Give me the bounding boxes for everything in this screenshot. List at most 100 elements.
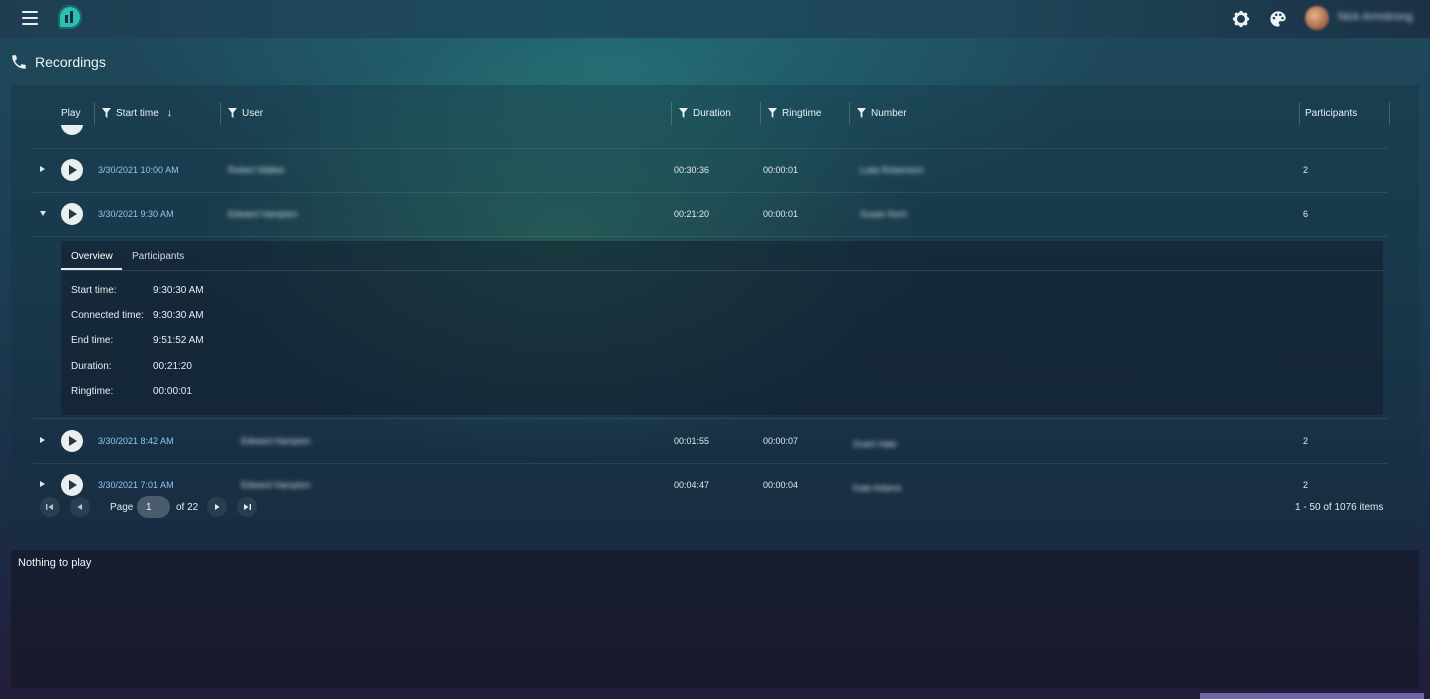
ringtime-cell: 00:00:07 [763,436,799,446]
collapse-row-icon[interactable] [40,209,50,219]
detail-field-connected-time: Connected time: 9:30:30 AM [71,310,204,321]
page-heading: Recordings [10,52,106,72]
next-page-button[interactable] [207,497,227,517]
column-divider[interactable] [94,102,95,125]
tab-overview[interactable]: Overview [71,251,113,262]
field-value: 9:30:30 AM [153,285,204,296]
user-avatar[interactable] [1305,6,1329,30]
user-cell: Robert Walker [228,165,286,175]
detail-tabs: Overview Participants [61,241,1383,271]
play-button[interactable] [61,159,83,181]
gear-icon[interactable] [1232,10,1250,28]
page-number-input[interactable] [137,496,170,518]
active-tab-indicator [61,268,122,270]
page-title: Recordings [35,54,106,70]
row-detail-panel: Overview Participants Start time: 9:30:30… [61,241,1383,415]
participants-cell: 6 [1303,209,1309,219]
column-label: Ringtime [782,107,822,119]
duration-cell: 00:30:36 [674,165,710,175]
expand-row-icon[interactable] [40,436,50,446]
player-status-message: Nothing to play [18,557,92,569]
table-row[interactable]: 3/30/2021 7:01 AM Edward Hampton 00:04:4… [33,463,1388,497]
column-header-ringtime[interactable]: Ringtime [768,85,821,141]
player-panel: Nothing to play [11,550,1419,688]
play-button[interactable] [61,430,83,452]
table-row[interactable]: 3/30/2021 8:42 AM Edward Hampton 00:01:5… [33,419,1388,464]
participants-cell: 2 [1303,165,1309,175]
column-divider[interactable] [671,102,672,125]
items-count-info: 1 - 50 of 1076 items [1295,502,1384,513]
detail-field-duration: Duration: 00:21:20 [71,361,192,372]
scrolled-row-fragment [61,125,83,135]
menu-icon[interactable] [22,11,38,25]
sort-descending-icon[interactable]: ↓ [167,107,173,119]
expand-row-icon[interactable] [40,480,50,490]
column-header-duration[interactable]: Duration [679,85,731,141]
start-time-link[interactable]: 3/30/2021 10:00 AM [98,165,179,175]
column-header-user[interactable]: User [228,85,263,141]
field-label: Duration: [71,361,112,372]
participants-cell: 2 [1303,480,1309,490]
column-header-number[interactable]: Number [857,85,907,141]
field-value: 00:00:01 [153,386,192,397]
column-divider[interactable] [760,102,761,125]
first-page-button[interactable] [40,497,60,517]
duration-cell: 00:21:20 [674,209,710,219]
play-button[interactable] [61,474,83,496]
filter-icon[interactable] [102,108,111,118]
field-label: Ringtime: [71,386,114,397]
top-bar: Nick Armstrong [0,0,1430,38]
palette-icon[interactable] [1269,10,1287,28]
tab-participants[interactable]: Participants [132,251,184,262]
last-page-button[interactable] [237,497,257,517]
number-cell: Kate Adams [853,483,902,493]
start-time-link[interactable]: 3/30/2021 7:01 AM [98,480,174,490]
field-value: 00:21:20 [153,361,192,372]
detail-field-start-time: Start time: 9:30:30 AM [71,285,204,296]
expand-row-icon[interactable] [40,165,50,175]
ringtime-cell: 00:00:01 [763,165,799,175]
page-count-label: of 22 [176,502,199,513]
column-label: User [242,107,264,119]
user-name[interactable]: Nick Armstrong [1338,11,1413,25]
column-divider[interactable] [1389,102,1390,125]
first-page-icon [46,504,53,510]
user-cell: Edward Hampton [241,480,311,490]
previous-page-icon [77,504,82,510]
start-time-link[interactable]: 3/30/2021 8:42 AM [98,436,174,446]
column-header-participants[interactable]: Participants [1305,85,1357,141]
column-divider[interactable] [220,102,221,125]
phone-icon [12,55,26,69]
column-label: Play [61,107,81,119]
previous-page-button[interactable] [70,497,90,517]
column-header-start-time[interactable]: Start time ↓ [102,85,172,141]
filter-icon[interactable] [228,108,237,118]
last-page-icon [244,504,251,510]
number-cell: Luke Robertson [860,165,924,175]
filter-icon[interactable] [679,108,688,118]
ringtime-cell: 00:00:01 [763,209,799,219]
column-label: Start time [116,107,159,119]
filter-icon[interactable] [857,108,866,118]
duration-cell: 00:04:47 [674,480,710,490]
filter-icon[interactable] [768,108,777,118]
column-divider[interactable] [849,102,850,125]
app-logo[interactable] [58,5,82,29]
table-row-expanded[interactable]: 3/30/2021 9:30 AM Edward Hampton 00:21:2… [33,192,1388,237]
table-row[interactable]: 3/30/2021 10:00 AM Robert Walker 00:30:3… [33,148,1388,193]
detail-field-end-time: End time: 9:51:52 AM [71,335,204,346]
recordings-grid: Play Start time ↓ User Duration Ringtime… [11,85,1419,538]
participants-cell: 2 [1303,436,1309,446]
user-cell: Edward Hampton [241,436,311,446]
duration-cell: 00:01:55 [674,436,710,446]
field-label: Connected time: [71,310,144,321]
column-divider[interactable] [1299,102,1300,125]
field-label: End time: [71,335,114,346]
column-label: Participants [1305,107,1358,119]
field-label: Start time: [71,285,117,296]
play-button[interactable] [61,203,83,225]
page-label: Page [110,502,134,513]
detail-field-ringtime: Ringtime: 00:00:01 [71,386,192,397]
bottom-accent-bar [1200,693,1424,699]
start-time-link[interactable]: 3/30/2021 9:30 AM [98,209,174,219]
